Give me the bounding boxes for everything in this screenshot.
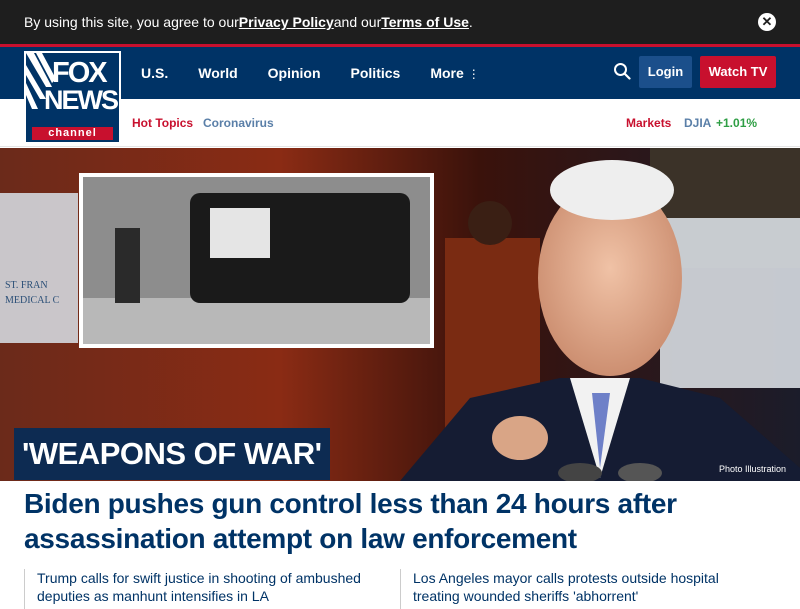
djia-change: +1.01% xyxy=(716,116,758,130)
nav-item-more[interactable]: More ⋮ xyxy=(430,65,479,81)
cookie-banner: By using this site, you agree to our Pri… xyxy=(0,0,800,44)
fox-news-logo[interactable]: FOX NEWS channel xyxy=(24,51,121,144)
logo-fox-text: FOX xyxy=(52,57,108,89)
logo-channel-text: channel xyxy=(32,127,113,140)
privacy-policy-link[interactable]: Privacy Policy xyxy=(239,14,334,30)
nav-item-opinion[interactable]: Opinion xyxy=(268,65,321,81)
login-button[interactable]: Login xyxy=(639,56,692,88)
cookie-text-suffix: . xyxy=(468,14,473,30)
vertical-dots-icon: ⋮ xyxy=(467,67,480,81)
main-nav: U.S. World Opinion Politics More ⋮ xyxy=(141,47,510,99)
nav-item-us[interactable]: U.S. xyxy=(141,65,168,81)
coronavirus-link[interactable]: Coronavirus xyxy=(203,116,274,130)
nav-more-label: More xyxy=(430,65,464,81)
svg-text:ST. FRAN: ST. FRAN xyxy=(5,280,48,291)
close-icon[interactable]: ✕ xyxy=(758,13,776,31)
related-story[interactable]: Trump calls for swift justice in shootin… xyxy=(24,569,374,609)
hero-label[interactable]: 'WEAPONS OF WAR' xyxy=(14,428,330,480)
cookie-text-middle: and our xyxy=(333,14,382,30)
search-icon[interactable] xyxy=(613,62,631,80)
logo-news-text: NEWS xyxy=(44,85,119,115)
photo-credit: Photo Illustration xyxy=(719,464,787,474)
markets-link[interactable]: Markets xyxy=(626,116,671,130)
svg-text:MEDICAL C: MEDICAL C xyxy=(5,295,60,306)
terms-of-use-link[interactable]: Terms of Use xyxy=(381,14,469,30)
nav-item-world[interactable]: World xyxy=(198,65,237,81)
watch-tv-button[interactable]: Watch TV xyxy=(700,56,776,88)
hot-topics-link[interactable]: Hot Topics xyxy=(132,116,193,130)
related-story[interactable]: Los Angeles mayor calls protests outside… xyxy=(400,569,750,609)
nav-item-politics[interactable]: Politics xyxy=(351,65,401,81)
main-headline[interactable]: Biden pushes gun control less than 24 ho… xyxy=(24,486,764,556)
cookie-text-prefix: By using this site, you agree to our xyxy=(24,14,239,30)
djia-label: DJIA xyxy=(684,116,712,130)
